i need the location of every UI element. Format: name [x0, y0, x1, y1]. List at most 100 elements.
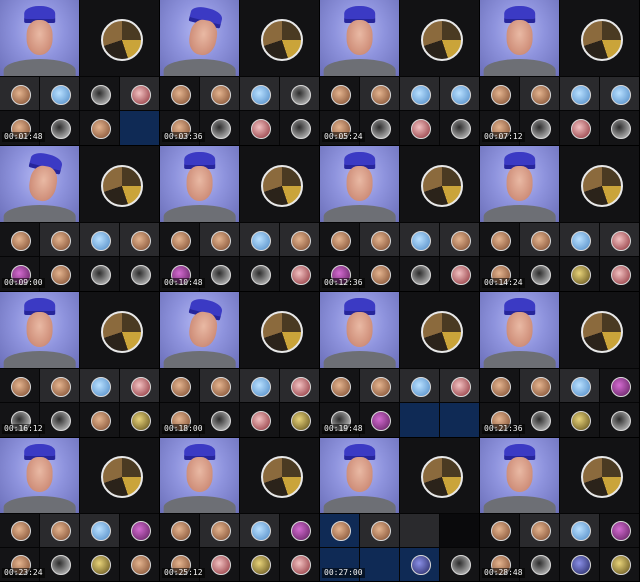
viewer-avatar-icon [570, 411, 591, 432]
viewer-tile [560, 257, 599, 291]
viewer-tile [440, 513, 479, 547]
guest-video [80, 0, 159, 76]
viewer-tile [280, 76, 319, 111]
viewer-tile [440, 403, 479, 437]
viewer-tile [440, 257, 479, 291]
viewer-avatar-icon [530, 555, 551, 576]
guest-avatar-icon [420, 456, 463, 499]
viewer-avatar-icon [90, 411, 111, 432]
video-frame: 00:19:48 [320, 292, 480, 438]
viewer-tile [600, 368, 639, 403]
viewer-tile [360, 257, 399, 291]
viewer-avatar-icon [530, 521, 551, 542]
viewer-tile [120, 547, 159, 581]
video-frame: 00:16:12 [0, 292, 160, 438]
viewer-avatar-icon [610, 265, 631, 286]
viewer-tile [520, 368, 559, 403]
viewer-tile [240, 513, 279, 547]
viewer-tile [560, 222, 599, 257]
viewer-tile [400, 222, 439, 257]
viewer-tile [360, 547, 399, 581]
viewer-tile [40, 222, 79, 257]
viewer-tile [400, 76, 439, 111]
viewer-avatar-icon [210, 555, 231, 576]
frame-timestamp: 00:07:12 [482, 132, 525, 142]
viewer-tile [440, 111, 479, 145]
viewer-tile [280, 513, 319, 547]
viewer-tile [400, 403, 439, 437]
viewer-tile [600, 547, 639, 581]
viewer-tile [80, 222, 119, 257]
viewer-avatar-icon [210, 230, 231, 251]
viewer-avatar-icon [570, 265, 591, 286]
viewer-tile [480, 513, 519, 547]
viewer-avatar-icon [450, 119, 471, 140]
frame-timestamp: 00:21:36 [482, 424, 525, 434]
frame-timestamp: 00:18:00 [162, 424, 205, 434]
viewer-avatar-icon [170, 84, 191, 105]
viewer-tile [560, 547, 599, 581]
viewer-tile [240, 403, 279, 437]
guest-avatar-icon [100, 456, 143, 499]
viewer-avatar-icon [370, 376, 391, 397]
viewer-avatar-icon [330, 376, 351, 397]
host-video [320, 0, 399, 76]
viewer-tile [120, 513, 159, 547]
viewer-avatar-icon [250, 376, 271, 397]
viewer-avatar-icon [450, 84, 471, 105]
viewer-tile [0, 368, 39, 403]
viewer-tile [80, 368, 119, 403]
viewer-tile [280, 547, 319, 581]
viewer-tile [440, 76, 479, 111]
viewer-tile [200, 368, 239, 403]
viewer-tile [320, 222, 359, 257]
frame-timestamp: 00:05:24 [322, 132, 365, 142]
host-video [160, 146, 239, 222]
viewer-avatar-icon [370, 230, 391, 251]
viewer-tile [40, 403, 79, 437]
frame-timestamp: 00:27:00 [322, 568, 365, 578]
viewer-avatar-icon [450, 230, 471, 251]
viewer-tile [480, 76, 519, 111]
viewer-tile [0, 76, 39, 111]
frame-timestamp: 00:19:48 [322, 424, 365, 434]
viewer-avatar-icon [130, 555, 151, 576]
viewer-avatar-icon [90, 376, 111, 397]
viewer-avatar-icon [490, 521, 511, 542]
viewer-avatar-icon [530, 84, 551, 105]
frame-timestamp: 00:28:48 [482, 568, 525, 578]
viewer-tile [360, 111, 399, 145]
guest-video [80, 292, 159, 368]
viewer-tile [120, 76, 159, 111]
guest-avatar-icon [100, 310, 143, 353]
viewer-tile [160, 76, 199, 111]
viewer-avatar-icon [610, 84, 631, 105]
guest-video [240, 0, 319, 76]
viewer-avatar-icon [290, 411, 311, 432]
guest-avatar-icon [580, 18, 623, 61]
host-video [480, 438, 559, 513]
guest-avatar-icon [580, 310, 623, 353]
viewer-avatar-icon [530, 376, 551, 397]
viewer-tile [560, 76, 599, 111]
viewer-avatar-icon [410, 555, 431, 576]
frame-timestamp: 00:14:24 [482, 278, 525, 288]
viewer-tile [240, 368, 279, 403]
viewer-tile [480, 222, 519, 257]
viewer-tile [40, 368, 79, 403]
viewer-tile [160, 222, 199, 257]
viewer-avatar-icon [410, 119, 431, 140]
viewer-avatar-icon [90, 230, 111, 251]
viewer-avatar-icon [370, 265, 391, 286]
host-video [320, 438, 399, 513]
viewer-tile [400, 547, 439, 581]
viewer-tile [560, 111, 599, 145]
viewer-avatar-icon [90, 119, 111, 140]
viewer-avatar-icon [290, 521, 311, 542]
viewer-avatar-icon [410, 265, 431, 286]
guest-avatar-icon [580, 456, 623, 499]
guest-avatar-icon [100, 18, 143, 61]
viewer-tile [600, 403, 639, 437]
viewer-tile [240, 222, 279, 257]
viewer-avatar-icon [10, 521, 31, 542]
